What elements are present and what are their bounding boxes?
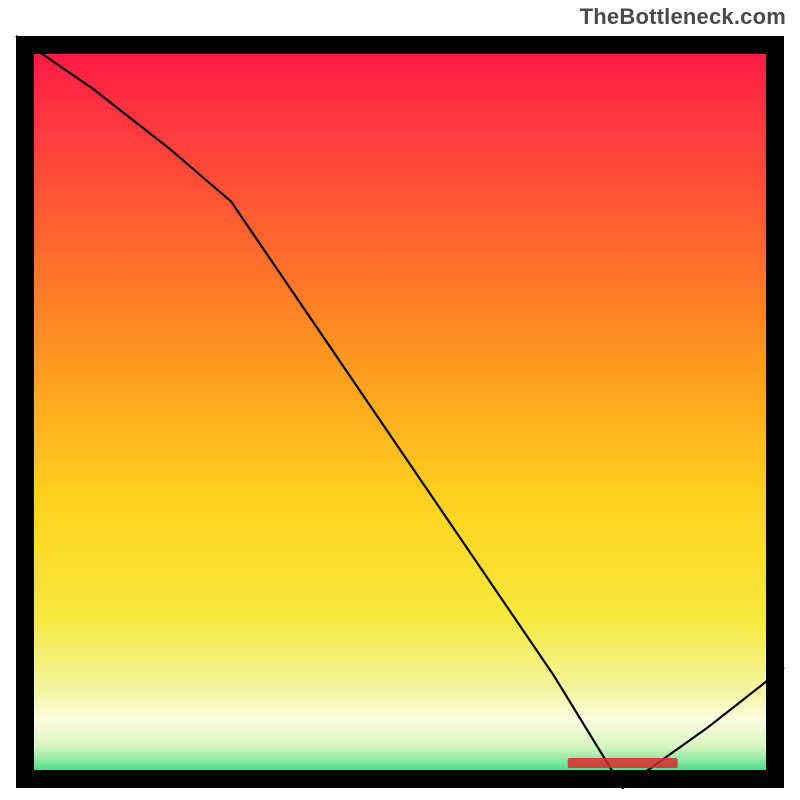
bottleneck-chart	[0, 0, 800, 800]
chart-background	[25, 45, 775, 779]
chart-container: TheBottleneck.com	[0, 0, 800, 800]
chart-annotation	[568, 758, 678, 768]
